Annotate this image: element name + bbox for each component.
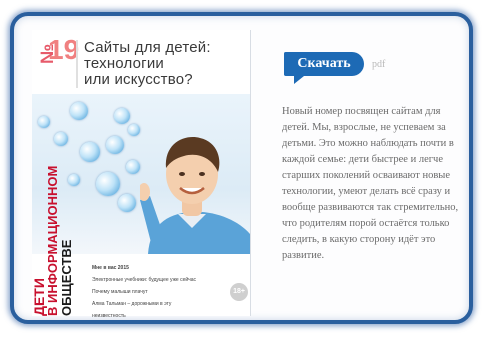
title-divider xyxy=(76,40,78,88)
file-format-label: pdf xyxy=(372,59,386,70)
bubble xyxy=(68,174,80,186)
bubble xyxy=(114,108,130,124)
cover-vertical-title: ДЕТИ В ИНФОРМАЦИОННОМ ОБЩЕСТВЕ xyxy=(31,165,74,316)
bubble xyxy=(118,194,136,212)
contents-item: Почему малыши плачут xyxy=(92,289,148,295)
boy-illustration xyxy=(140,137,250,254)
issue-number: № 19 xyxy=(37,34,80,65)
contents-item: Электронные учебники: будущее уже сейчас xyxy=(92,277,197,283)
bubble xyxy=(70,102,88,120)
age-badge: 18+ xyxy=(230,283,248,301)
contents-item: Алма Тальман – дорожными в эту неизвестн… xyxy=(92,301,172,319)
magazine-cover[interactable]: № 19 Сайты для детей: технологии или иск… xyxy=(31,30,251,319)
cover-title: Сайты для детей: технологии или искусств… xyxy=(76,40,244,88)
bubble xyxy=(128,124,140,136)
bubble xyxy=(106,136,124,154)
bubble xyxy=(80,142,100,162)
magazine-card: № 19 Сайты для детей: технологии или иск… xyxy=(10,12,473,324)
contents-item: Мне в вас 2015 xyxy=(92,265,129,271)
bubble xyxy=(96,172,120,196)
download-button[interactable]: Скачать xyxy=(284,52,364,84)
bubble xyxy=(126,160,140,174)
cover-contents: Мне в вас 2015 Электронные учебники: буд… xyxy=(92,262,202,320)
issue-description: Новый номер посвящен сайтам для детей. М… xyxy=(282,106,459,261)
